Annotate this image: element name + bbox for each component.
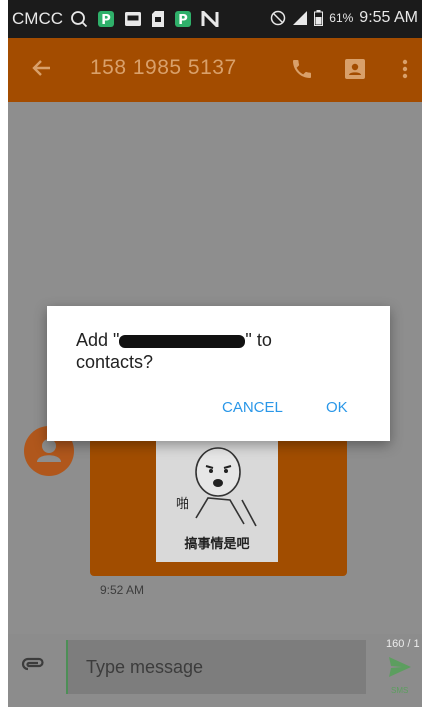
dialog-message-line2: contacts? [76,352,154,372]
carrier-label: CMCC [12,9,63,28]
redacted-number [119,334,246,348]
svg-text:P: P [101,13,111,28]
ok-button[interactable]: OK [326,399,348,416]
mute-icon [271,10,286,26]
add-contact-dialog: Add " " to contacts? CANCEL OK [47,306,390,441]
signal-icon [293,11,308,25]
back-arrow-icon[interactable] [30,56,54,80]
char-counter: 160 / 1 [386,638,420,650]
send-icon[interactable] [388,656,412,678]
svg-text:P: P [178,13,188,28]
p-app-icon-2: P [175,11,191,28]
cancel-button[interactable]: CANCEL [222,399,283,416]
app-bar: 158 1985 5137 [8,38,422,102]
phone-icon[interactable] [290,57,314,81]
message-input[interactable] [66,640,366,694]
system-status: 61% 9:55 AM [270,9,418,27]
sticker-caption: 搞事情是吧 [184,537,250,552]
clock: 9:55 AM [359,9,418,26]
screen: CMCC P P 61% 9:55 AM 158 1985 5137 啪 搞事情… [8,0,422,707]
dialog-message-suffix: " to [245,330,272,350]
overflow-menu-icon[interactable] [401,57,409,81]
message-bubble[interactable]: 啪 搞事情是吧 [90,438,347,576]
p-app-icon: P [98,11,114,28]
send-type-label: SMS [391,686,409,695]
notification-icons: P P [70,8,219,30]
compose-bar: 160 / 1 SMS [8,634,422,707]
attach-icon[interactable] [20,657,46,671]
sticker-sfx: 啪 [176,496,189,512]
conversation-title: 158 1985 5137 [90,56,237,79]
n-icon [201,11,219,27]
battery-icon [314,10,324,26]
sticker-image[interactable]: 啪 搞事情是吧 [156,438,278,562]
message-timestamp: 9:52 AM [100,583,145,597]
contact-card-icon[interactable] [343,57,367,81]
dialog-message-prefix: Add " [76,330,120,350]
dialog-message: Add " " to contacts? [76,329,326,373]
meme-face-image: 啪 [176,447,257,527]
search-icon [71,11,88,28]
battery-percent: 61% [329,11,354,25]
sim-icon [152,11,164,27]
image-icon [125,12,141,26]
status-bar: CMCC P P 61% 9:55 AM [8,0,422,38]
